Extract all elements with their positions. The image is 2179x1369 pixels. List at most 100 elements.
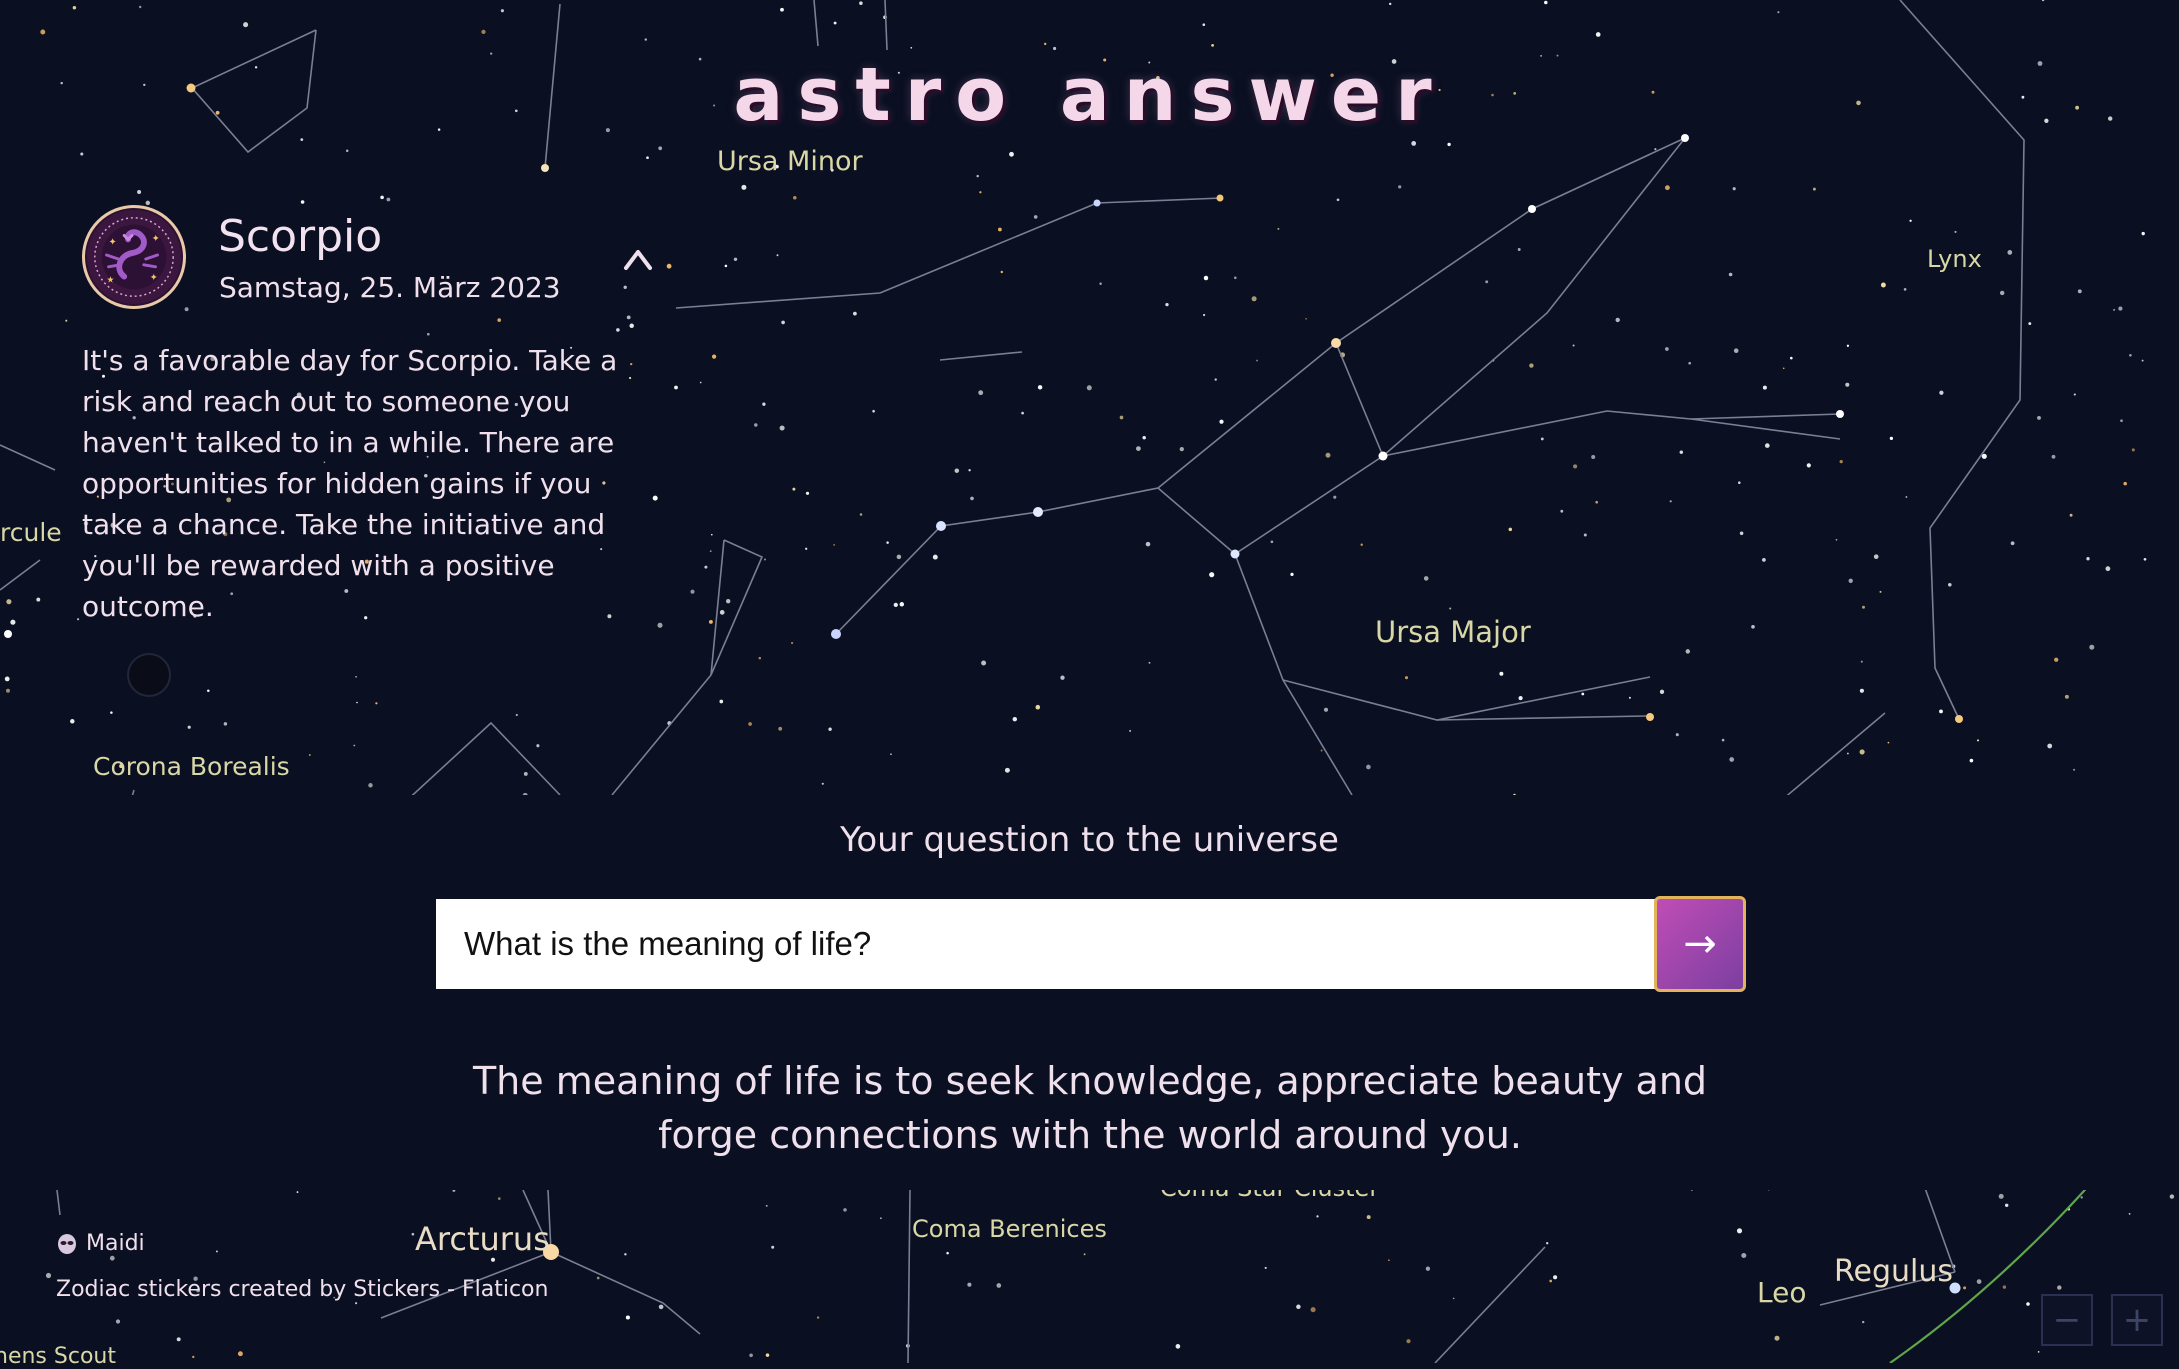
background-star xyxy=(792,487,796,491)
background-star xyxy=(1398,185,1402,189)
background-star xyxy=(1529,363,1534,368)
zoom-in-button[interactable]: + xyxy=(2111,1294,2163,1346)
background-star xyxy=(2004,1203,2009,1208)
background-star xyxy=(1976,1279,1982,1284)
arrow-right-icon: → xyxy=(1683,921,1717,967)
background-star xyxy=(1581,692,1585,696)
background-star xyxy=(1615,317,1620,323)
background-star xyxy=(515,713,518,717)
background-star xyxy=(4,676,10,682)
background-star xyxy=(623,285,627,289)
plus-icon: + xyxy=(2122,1300,2152,1340)
background-star xyxy=(1411,141,1417,146)
background-star xyxy=(1366,1215,1371,1220)
background-star xyxy=(481,29,486,35)
horoscope-date: Samstag, 25. März 2023 xyxy=(219,271,561,304)
background-star xyxy=(1296,1304,1301,1310)
background-star xyxy=(2118,306,2123,311)
background-star xyxy=(1560,509,1564,513)
background-star xyxy=(1553,1275,1558,1280)
background-star xyxy=(733,257,738,262)
label-ursa-major: Ursa Major xyxy=(1375,615,1531,649)
alien-icon xyxy=(58,1233,76,1254)
background-star xyxy=(80,152,84,156)
background-star xyxy=(910,46,913,49)
background-star xyxy=(77,618,80,621)
background-star xyxy=(207,689,210,693)
background-star xyxy=(726,599,731,604)
background-star xyxy=(1732,187,1736,191)
collapse-button[interactable] xyxy=(620,241,656,277)
background-star xyxy=(1203,275,1209,281)
submit-question-button[interactable]: → xyxy=(1654,896,1746,992)
background-star xyxy=(793,196,797,200)
background-star xyxy=(6,599,12,605)
zoom-out-button[interactable]: − xyxy=(2041,1294,2093,1346)
background-star xyxy=(781,320,785,325)
background-star xyxy=(375,702,378,705)
background-star xyxy=(1688,361,1692,365)
label-corona-borealis: Corona Borealis xyxy=(93,752,290,781)
background-star xyxy=(1845,382,1850,387)
background-star xyxy=(1175,1344,1181,1349)
background-star xyxy=(954,468,960,473)
scorpio-sign-icon: ✦ ✦ ✦ ★ xyxy=(82,205,186,309)
background-star xyxy=(2028,322,2032,326)
background-star xyxy=(45,1272,52,1279)
background-star xyxy=(828,727,832,731)
planet-marker xyxy=(127,653,171,697)
background-star xyxy=(896,554,902,560)
background-star xyxy=(666,263,672,269)
background-star xyxy=(536,744,540,748)
background-star xyxy=(1848,578,1853,583)
background-star xyxy=(741,184,747,190)
svg-text:✦: ✦ xyxy=(152,233,160,244)
background-star xyxy=(1903,288,1907,291)
background-star xyxy=(187,725,191,729)
background-star xyxy=(776,254,779,257)
background-star xyxy=(1659,689,1665,694)
background-star xyxy=(1999,290,2005,296)
background-star xyxy=(765,1353,770,1357)
background-star xyxy=(1939,709,1943,714)
background-star xyxy=(1360,543,1363,546)
background-star xyxy=(711,354,717,359)
background-star xyxy=(1862,1320,1865,1324)
background-star xyxy=(2002,1285,2007,1289)
background-star xyxy=(2010,541,2015,546)
background-star xyxy=(674,385,678,390)
background-star xyxy=(1880,282,1886,288)
background-star xyxy=(1954,230,1957,233)
background-star xyxy=(625,1315,630,1320)
background-star xyxy=(833,544,835,546)
background-star xyxy=(596,1276,600,1280)
background-star xyxy=(1889,436,1894,441)
background-star xyxy=(2113,308,2116,311)
background-star xyxy=(1119,415,1124,420)
background-star xyxy=(1452,1297,1455,1300)
background-star xyxy=(893,602,898,608)
background-star xyxy=(1679,450,1684,454)
background-star xyxy=(1595,500,1598,504)
background-star xyxy=(1406,1339,1411,1344)
background-star xyxy=(1905,496,1908,498)
background-star xyxy=(872,409,875,413)
background-star xyxy=(1879,590,1882,593)
background-star xyxy=(1009,151,1014,157)
background-star xyxy=(1447,142,1451,147)
background-star xyxy=(500,9,504,13)
background-star xyxy=(1595,32,1601,37)
background-star xyxy=(1777,11,1780,14)
credit-link[interactable]: Zodiac stickers created by Stickers - Fl… xyxy=(56,1277,548,1302)
background-star xyxy=(1847,752,1849,755)
background-star xyxy=(2128,1212,2131,1215)
question-input[interactable] xyxy=(436,899,1656,989)
background-star xyxy=(1136,446,1141,451)
background-star xyxy=(2069,513,2073,517)
background-star xyxy=(355,1302,358,1305)
label-ursa-minor: Ursa Minor xyxy=(717,146,863,177)
background-star xyxy=(355,675,357,678)
background-star xyxy=(780,7,784,12)
background-star xyxy=(1546,1242,1549,1245)
background-star xyxy=(1839,459,1843,464)
